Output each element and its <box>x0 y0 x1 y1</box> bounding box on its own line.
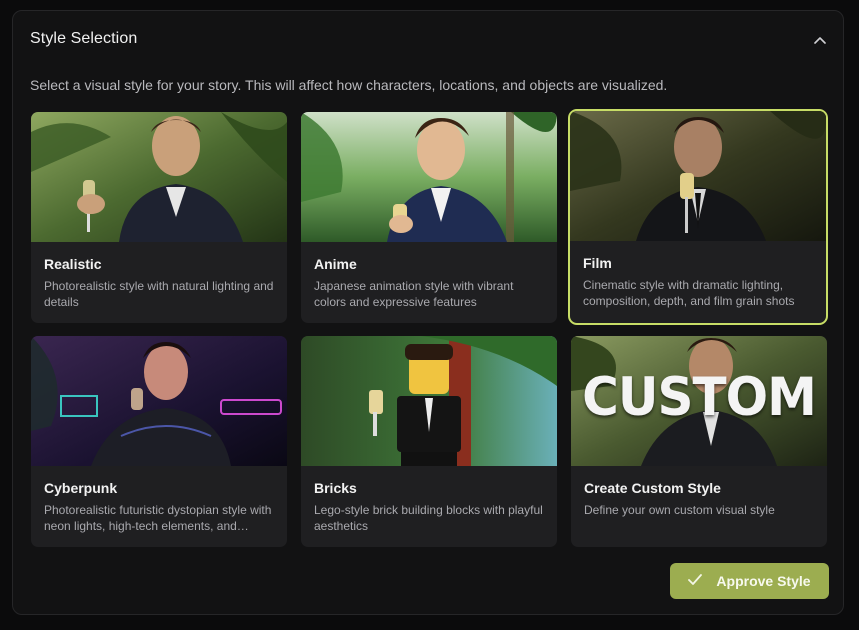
style-preview-image <box>31 112 287 242</box>
approve-style-label: Approve Style <box>716 573 811 589</box>
style-preview-image <box>301 112 557 242</box>
style-title: Realistic <box>44 256 102 272</box>
panel-title: Style Selection <box>30 30 138 47</box>
style-preview-image <box>570 111 826 241</box>
style-title: Cyberpunk <box>44 480 118 496</box>
style-title: Anime <box>314 256 357 272</box>
style-description: Lego-style brick building blocks with pl… <box>314 503 543 533</box>
style-selection-panel: Style Selection Select a visual style fo… <box>12 10 844 615</box>
approve-style-button[interactable]: Approve Style <box>670 563 829 599</box>
collapse-button[interactable] <box>811 31 829 49</box>
style-description: Cinematic style with dramatic lighting, … <box>583 278 795 308</box>
style-description: Photorealistic style with natural lighti… <box>44 279 274 309</box>
style-card-film[interactable]: Film Cinematic style with dramatic light… <box>568 109 828 325</box>
style-title: Create Custom Style <box>584 480 721 496</box>
style-card-realistic[interactable]: Realistic Photorealistic style with natu… <box>31 112 287 323</box>
style-title: Bricks <box>314 480 357 496</box>
chevron-up-icon <box>814 31 826 49</box>
check-icon <box>688 572 703 590</box>
style-preview-image <box>31 336 287 466</box>
style-card-cyberpunk[interactable]: Cyberpunk Photorealistic futuristic dyst… <box>31 336 287 547</box>
style-card-custom[interactable]: CUSTOM Create Custom Style Define your o… <box>571 336 827 547</box>
style-card-bricks[interactable]: Bricks Lego-style brick building blocks … <box>301 336 557 547</box>
style-description: Japanese animation style with vibrant co… <box>314 279 514 309</box>
panel-description: Select a visual style for your story. Th… <box>30 77 668 93</box>
style-preview-image: CUSTOM <box>571 336 827 466</box>
style-card-anime[interactable]: Anime Japanese animation style with vibr… <box>301 112 557 323</box>
custom-overlay-text: CUSTOM <box>582 366 817 428</box>
style-title: Film <box>583 255 612 271</box>
panel-header[interactable]: Style Selection <box>13 11 843 69</box>
style-description: Define your own custom visual style <box>584 503 775 517</box>
style-preview-image <box>301 336 557 466</box>
style-description: Photorealistic futuristic dystopian styl… <box>44 503 272 533</box>
